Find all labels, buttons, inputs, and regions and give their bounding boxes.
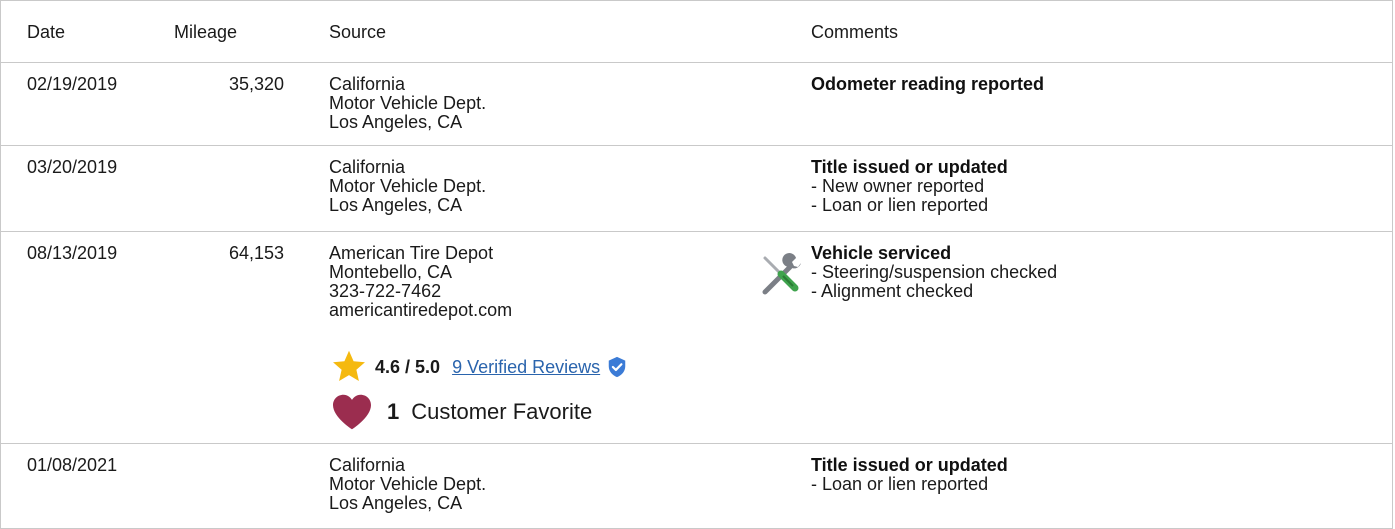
favorite-label: Customer Favorite bbox=[411, 399, 593, 424]
source-line: Los Angeles, CA bbox=[329, 112, 463, 132]
row-source: California Motor Vehicle Dept. Los Angel… bbox=[329, 158, 486, 215]
source-line: California bbox=[329, 455, 406, 475]
row-source: California Motor Vehicle Dept. Los Angel… bbox=[329, 456, 486, 513]
row-date: 02/19/2019 bbox=[27, 74, 118, 94]
table-row: 03/20/2019 California Motor Vehicle Dept… bbox=[0, 145, 1393, 232]
shop-location: Montebello, CA bbox=[329, 262, 453, 282]
comment-detail: - Steering/suspension checked bbox=[811, 262, 1058, 282]
row-comments: Title issued or updated - Loan or lien r… bbox=[811, 456, 1008, 494]
row-comments: Vehicle serviced - Steering/suspension c… bbox=[811, 244, 1057, 301]
source-line: Los Angeles, CA bbox=[329, 493, 463, 513]
comment-detail: - New owner reported bbox=[811, 176, 985, 196]
row-source: American Tire Depot Montebello, CA 323-7… bbox=[329, 244, 512, 320]
verified-shield-icon bbox=[608, 356, 626, 378]
header-mileage: Mileage bbox=[174, 22, 238, 42]
row-mileage: 64,153 bbox=[228, 243, 284, 263]
table-row: 08/13/2019 64,153 American Tire Depot Mo… bbox=[0, 231, 1393, 444]
header-date: Date bbox=[27, 22, 66, 42]
shop-name: American Tire Depot bbox=[329, 243, 494, 263]
source-line: California bbox=[329, 157, 406, 177]
customer-favorite: 1 Customer Favorite bbox=[331, 392, 592, 432]
source-line: California bbox=[329, 74, 406, 94]
header-source: Source bbox=[329, 22, 387, 42]
comment-detail: - Loan or lien reported bbox=[811, 195, 989, 215]
comment-detail: - Alignment checked bbox=[811, 281, 974, 301]
source-line: Motor Vehicle Dept. bbox=[329, 176, 487, 196]
verified-reviews-link[interactable]: 9 Verified Reviews bbox=[452, 357, 600, 378]
row-comments: Title issued or updated - New owner repo… bbox=[811, 158, 1008, 215]
table-header: Date Mileage Source Comments bbox=[0, 0, 1393, 62]
row-mileage: 35,320 bbox=[228, 74, 284, 94]
table-row: 02/19/2019 35,320 California Motor Vehic… bbox=[0, 62, 1393, 146]
comment-detail: - Loan or lien reported bbox=[811, 474, 989, 494]
shop-phone: 323-722-7462 bbox=[329, 281, 442, 301]
comment-title: Title issued or updated bbox=[811, 455, 1008, 475]
comment-title: Odometer reading reported bbox=[811, 74, 1045, 94]
row-date: 01/08/2021 bbox=[27, 455, 118, 475]
favorite-count: 1 bbox=[387, 399, 400, 424]
comment-title: Title issued or updated bbox=[811, 157, 1008, 177]
row-date: 03/20/2019 bbox=[27, 157, 118, 177]
source-line: Motor Vehicle Dept. bbox=[329, 93, 487, 113]
heart-icon bbox=[333, 394, 371, 430]
source-line: Motor Vehicle Dept. bbox=[329, 474, 487, 494]
shop-rating: 4.6 / 5.0 9 Verified Reviews bbox=[331, 349, 628, 385]
source-line: Los Angeles, CA bbox=[329, 195, 463, 215]
shop-website: americantiredepot.com bbox=[329, 300, 513, 320]
star-icon bbox=[333, 350, 365, 382]
vehicle-history-table: Date Mileage Source Comments 02/19/2019 … bbox=[0, 0, 1395, 529]
rating-score: 4.6 / 5.0 bbox=[375, 356, 441, 377]
row-comments: Odometer reading reported bbox=[811, 75, 1044, 94]
row-source: California Motor Vehicle Dept. Los Angel… bbox=[329, 75, 486, 132]
table-row: 01/08/2021 California Motor Vehicle Dept… bbox=[0, 443, 1393, 529]
comment-title: Vehicle serviced bbox=[811, 243, 952, 263]
row-date: 08/13/2019 bbox=[27, 243, 118, 263]
header-comments: Comments bbox=[811, 22, 899, 42]
wrench-screwdriver-icon bbox=[762, 253, 801, 295]
